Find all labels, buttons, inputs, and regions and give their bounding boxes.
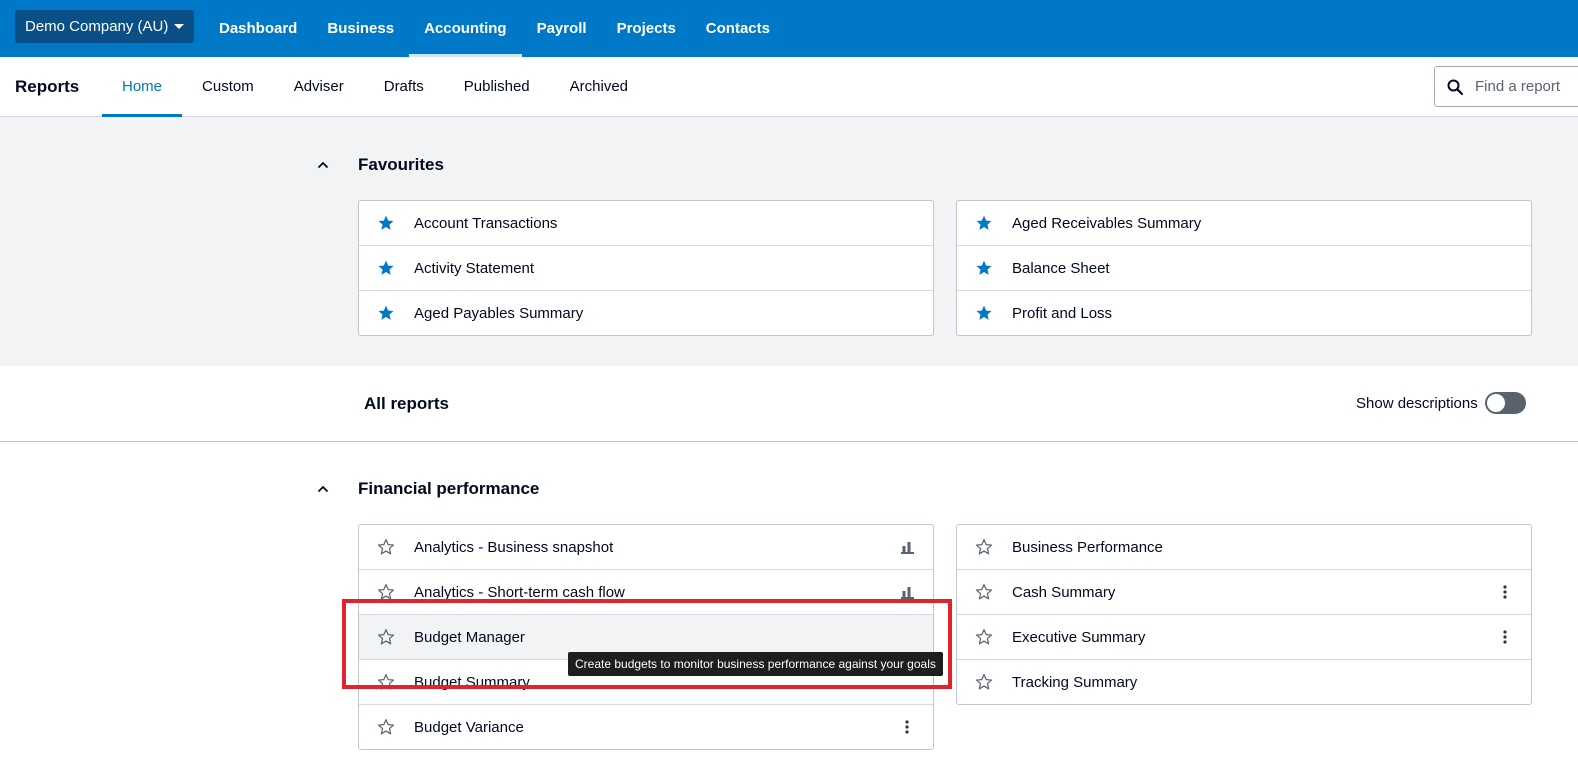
show-descriptions-toggle[interactable] [1485, 392, 1526, 414]
tab-adviser[interactable]: Adviser [274, 57, 364, 116]
report-row-analytics-business-snapshot[interactable]: Analytics - Business snapshot [359, 525, 933, 569]
report-name: Aged Payables Summary [414, 304, 584, 322]
favourites-list-right: Aged Receivables Summary Balance Sheet P… [956, 200, 1532, 336]
report-name: Budget Manager [414, 628, 525, 646]
star-outline-icon[interactable] [377, 718, 395, 736]
financial-list-right: Business Performance Cash Summary Execut… [956, 524, 1532, 705]
report-name: Executive Summary [1012, 628, 1146, 646]
star-filled-icon[interactable] [377, 214, 395, 232]
report-name: Tracking Summary [1012, 673, 1138, 691]
nav-projects[interactable]: Projects [602, 0, 691, 57]
report-name: Profit and Loss [1012, 304, 1113, 322]
more-icon[interactable] [899, 719, 915, 735]
reports-tabs: Home Custom Adviser Drafts Published Arc… [102, 57, 648, 117]
nav-accounting[interactable]: Accounting [409, 0, 522, 57]
report-name: Account Transactions [414, 214, 558, 232]
star-outline-icon[interactable] [377, 583, 395, 601]
report-row-tracking-summary[interactable]: Tracking Summary [957, 659, 1531, 704]
nav-dashboard[interactable]: Dashboard [204, 0, 312, 57]
report-name: Aged Receivables Summary [1012, 214, 1202, 232]
report-row-balance-sheet[interactable]: Balance Sheet [957, 245, 1531, 290]
collapse-favourites-toggle[interactable] [313, 155, 333, 175]
more-icon[interactable] [1497, 584, 1513, 600]
reports-subnav: Reports Home Custom Adviser Drafts Publi… [0, 57, 1578, 117]
star-filled-icon[interactable] [377, 259, 395, 277]
report-row-activity-statement[interactable]: Activity Statement [359, 245, 933, 290]
star-outline-icon[interactable] [975, 583, 993, 601]
report-name: Budget Variance [414, 718, 524, 736]
star-outline-icon[interactable] [377, 538, 395, 556]
report-row-business-performance[interactable]: Business Performance [957, 525, 1531, 569]
report-name: Analytics - Business snapshot [414, 538, 614, 556]
star-filled-icon[interactable] [975, 214, 993, 232]
tab-drafts[interactable]: Drafts [364, 57, 444, 116]
nav-business[interactable]: Business [312, 0, 409, 57]
tab-archived[interactable]: Archived [550, 57, 648, 116]
tab-published[interactable]: Published [444, 57, 550, 116]
all-reports-header: All reports Show descriptions [0, 366, 1578, 442]
organisation-name: Demo Company (AU) [25, 18, 169, 35]
star-filled-icon[interactable] [975, 304, 993, 322]
search-icon [1447, 79, 1463, 95]
report-row-executive-summary[interactable]: Executive Summary [957, 614, 1531, 659]
nav-payroll[interactable]: Payroll [522, 0, 602, 57]
page-title: Reports [15, 76, 80, 96]
report-name: Budget Summary [414, 673, 530, 691]
all-reports-title: All reports [364, 394, 450, 413]
star-filled-icon[interactable] [975, 259, 993, 277]
star-outline-icon[interactable] [975, 673, 993, 691]
financial-performance-title: Financial performance [358, 479, 540, 498]
report-row-aged-receivables-summary[interactable]: Aged Receivables Summary [957, 201, 1531, 245]
star-outline-icon[interactable] [377, 628, 395, 646]
chevron-up-icon [317, 485, 329, 493]
favourites-title: Favourites [358, 155, 444, 174]
report-name: Analytics - Short-term cash flow [414, 583, 625, 601]
search-input[interactable] [1475, 78, 1575, 95]
star-outline-icon[interactable] [377, 673, 395, 691]
star-filled-icon[interactable] [377, 304, 395, 322]
star-outline-icon[interactable] [975, 538, 993, 556]
financial-list-left: Analytics - Business snapshot Analytics … [358, 524, 934, 750]
star-outline-icon[interactable] [975, 628, 993, 646]
more-icon[interactable] [1497, 629, 1513, 645]
report-name: Business Performance [1012, 538, 1163, 556]
chevron-up-icon [317, 161, 329, 169]
bar-chart-icon [899, 539, 915, 555]
report-search[interactable] [1434, 66, 1578, 107]
budget-manager-tooltip: Create budgets to monitor business perfo… [568, 652, 943, 676]
organisation-switcher[interactable]: Demo Company (AU) [15, 10, 195, 43]
report-row-analytics-short-term-cash-flow[interactable]: Analytics - Short-term cash flow [359, 569, 933, 614]
collapse-financial-toggle[interactable] [313, 479, 333, 499]
bar-chart-icon [899, 584, 915, 600]
report-name: Activity Statement [414, 259, 535, 277]
show-descriptions-label: Show descriptions [1356, 395, 1478, 412]
report-row-budget-variance[interactable]: Budget Variance [359, 704, 933, 749]
report-name: Balance Sheet [1012, 259, 1110, 277]
tab-custom[interactable]: Custom [182, 57, 274, 116]
favourites-list-left: Account Transactions Activity Statement … [358, 200, 934, 336]
report-row-cash-summary[interactable]: Cash Summary [957, 569, 1531, 614]
tab-home[interactable]: Home [102, 57, 183, 117]
nav-contacts[interactable]: Contacts [691, 0, 785, 57]
main-nav-links: Dashboard Business Accounting Payroll Pr… [204, 0, 785, 57]
report-row-account-transactions[interactable]: Account Transactions [359, 201, 933, 245]
report-name: Cash Summary [1012, 583, 1116, 601]
report-row-profit-and-loss[interactable]: Profit and Loss [957, 290, 1531, 335]
caret-down-icon [174, 24, 185, 29]
toggle-knob [1487, 394, 1505, 412]
report-row-aged-payables-summary[interactable]: Aged Payables Summary [359, 290, 933, 335]
top-navigation: Demo Company (AU) Dashboard Business Acc… [0, 0, 1578, 57]
